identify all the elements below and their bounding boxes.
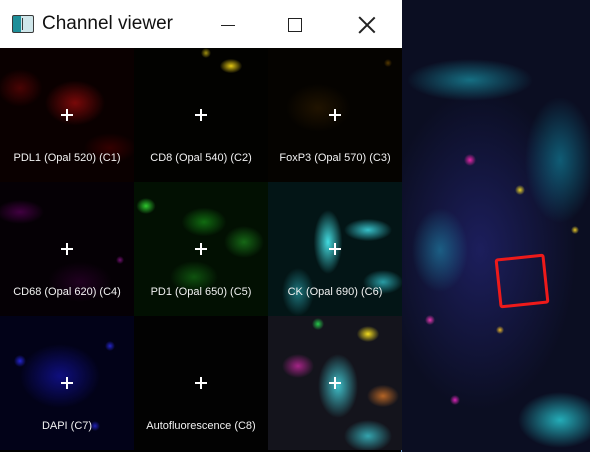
channel-label: DAPI (C7) [41, 420, 93, 432]
channel-label: CD8 (Opal 540) (C2) [150, 152, 252, 164]
channel-label: Autofluorescence (C8) [146, 420, 256, 432]
close-button[interactable] [344, 8, 390, 42]
channel-grid: PDL1 (Opal 520) (C1) CD8 (Opal 540) (C2)… [0, 48, 402, 452]
channel-label: FoxP3 (Opal 570) (C3) [279, 152, 391, 164]
channel-tile-c4[interactable]: CD68 (Opal 620) (C4) [0, 182, 134, 316]
channel-tile-c8[interactable]: Autofluorescence (C8) [134, 316, 268, 450]
roi-rectangle[interactable] [494, 253, 550, 309]
crosshair-icon [61, 377, 73, 389]
crosshair-icon [195, 243, 207, 255]
channel-tile-c5[interactable]: PD1 (Opal 650) (C5) [134, 182, 268, 316]
channel-tile-c6[interactable]: CK (Opal 690) (C6) [268, 182, 402, 316]
title-bar[interactable]: Channel viewer [0, 0, 402, 50]
channel-label: CK (Opal 690) (C6) [287, 286, 383, 298]
minimize-button[interactable] [205, 8, 251, 42]
channel-tile-composite[interactable] [268, 316, 402, 450]
channel-label: CD68 (Opal 620) (C4) [13, 286, 121, 298]
crosshair-icon [329, 243, 341, 255]
crosshair-icon [195, 109, 207, 121]
channel-label: PDL1 (Opal 520) (C1) [13, 152, 121, 164]
channel-tile-c7[interactable]: DAPI (C7) [0, 316, 134, 450]
crosshair-icon [61, 109, 73, 121]
crosshair-icon [61, 243, 73, 255]
channel-label: PD1 (Opal 650) (C5) [150, 286, 252, 298]
window-title: Channel viewer [42, 13, 173, 34]
crosshair-icon [329, 109, 341, 121]
channel-viewer-window: Channel viewer PDL1 (Opal 520) (C1) CD8 … [0, 0, 402, 452]
crosshair-icon [195, 377, 207, 389]
close-icon [358, 16, 376, 34]
crosshair-icon [329, 377, 341, 389]
channel-viewer-icon [12, 15, 34, 33]
channel-tile-c1[interactable]: PDL1 (Opal 520) (C1) [0, 48, 134, 182]
minimize-icon [221, 24, 235, 26]
maximize-button[interactable] [272, 8, 318, 42]
channel-tile-c2[interactable]: CD8 (Opal 540) (C2) [134, 48, 268, 182]
maximize-icon [288, 18, 302, 32]
channel-tile-c3[interactable]: FoxP3 (Opal 570) (C3) [268, 48, 402, 182]
